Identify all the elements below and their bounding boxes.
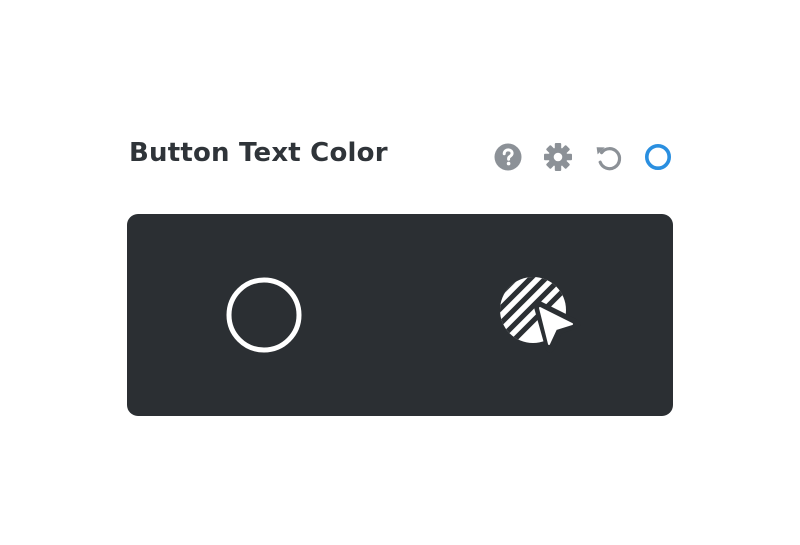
help-icon[interactable] [493, 142, 523, 172]
hover-color-picker-icon [499, 277, 580, 353]
color-swatch-button[interactable] [127, 214, 400, 416]
color-swatch-empty-icon [226, 277, 301, 353]
reset-icon[interactable] [593, 142, 623, 172]
status-ring-icon[interactable] [643, 142, 673, 172]
header-icon-group [493, 142, 673, 172]
hover-color-button[interactable] [400, 214, 673, 416]
button-text-color-control: Button Text Color [127, 132, 673, 416]
control-title: Button Text Color [129, 138, 388, 168]
control-header: Button Text Color [127, 132, 673, 182]
color-field [127, 214, 673, 416]
gear-icon[interactable] [543, 142, 573, 172]
